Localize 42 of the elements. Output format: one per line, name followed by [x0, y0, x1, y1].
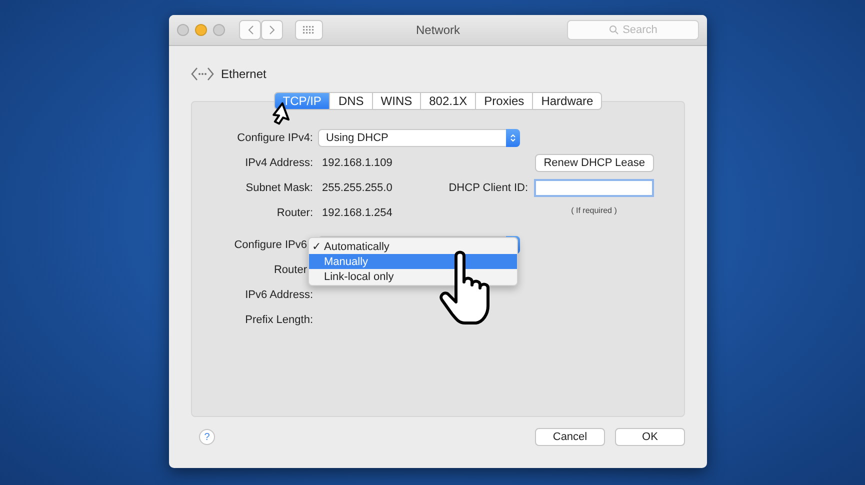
- field-label: Configure IPv6: [233, 239, 308, 251]
- field-label: IPv6 Address:: [244, 289, 313, 301]
- zoom-icon[interactable]: [213, 24, 225, 36]
- ipv4-popup[interactable]: Using DHCP: [318, 129, 520, 147]
- field-label: Router: [272, 264, 308, 276]
- chevron-left-icon: [246, 25, 254, 35]
- search-icon: [608, 25, 619, 35]
- service-name: Ethernet: [221, 67, 266, 81]
- check-icon: ✓: [309, 240, 324, 253]
- field-value: 255.255.255.0: [322, 182, 394, 194]
- tab[interactable]: WINS: [372, 92, 422, 110]
- close-icon[interactable]: [177, 24, 189, 36]
- tab[interactable]: Proxies: [476, 92, 534, 110]
- field-label: Configure IPv4:: [236, 132, 313, 144]
- chevron-right-icon: [268, 25, 276, 35]
- ethernet-icon: [191, 67, 214, 81]
- tab[interactable]: DNS: [330, 92, 373, 110]
- dialog-button[interactable]: OK: [615, 428, 685, 446]
- field-label: IPv4 Address:: [244, 157, 313, 169]
- renew-dhcp-button[interactable]: Renew DHCP Lease: [534, 154, 654, 172]
- window-title: Network: [416, 23, 460, 37]
- help-button[interactable]: ?: [199, 429, 215, 445]
- stepper-arrows-icon: [510, 133, 516, 143]
- field-hint: ( If required ): [570, 206, 618, 214]
- client-id-field[interactable]: [534, 179, 654, 197]
- field-label: Subnet Mask:: [244, 182, 313, 194]
- field-value: 192.168.1.254: [322, 207, 394, 219]
- forward-button[interactable]: [261, 20, 283, 40]
- field-label: DHCP Client ID:: [448, 182, 528, 194]
- grid-button[interactable]: [295, 20, 323, 40]
- field-label: Prefix Length:: [244, 314, 313, 326]
- dialog-button[interactable]: Cancel: [535, 428, 605, 446]
- menu-item[interactable]: Link-local only: [309, 269, 517, 284]
- menu-item[interactable]: ✓ Automatically: [309, 239, 517, 254]
- tab[interactable]: 802.1X: [421, 92, 476, 110]
- tab[interactable]: Hardware: [533, 92, 602, 110]
- back-button[interactable]: [239, 20, 261, 40]
- minimize-icon[interactable]: [195, 24, 207, 36]
- field-value: 192.168.1.109: [322, 157, 394, 169]
- menu-item[interactable]: Manually: [309, 254, 517, 269]
- field-label: Router:: [276, 207, 313, 219]
- grid-icon: [303, 26, 315, 34]
